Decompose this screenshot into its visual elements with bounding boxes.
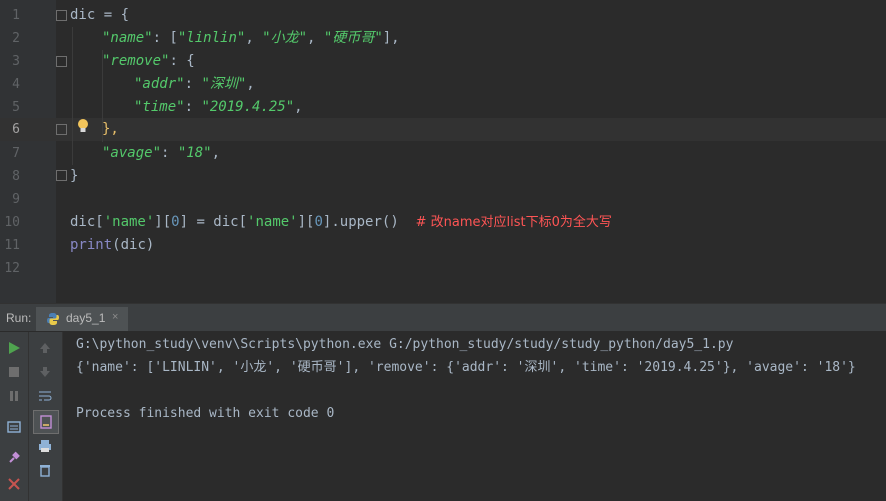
fold-marker-icon[interactable] bbox=[56, 56, 67, 67]
code-line-6[interactable]: 6 }, bbox=[0, 118, 886, 141]
run-icon[interactable] bbox=[4, 338, 24, 358]
line-number: 5 bbox=[12, 100, 20, 115]
dump-threads-icon[interactable] bbox=[4, 417, 24, 437]
code-line-4[interactable]: 4 "addr": "深圳", bbox=[0, 73, 886, 96]
line-number: 6 bbox=[12, 122, 20, 137]
down-arrow-icon[interactable] bbox=[35, 362, 55, 382]
trash-icon[interactable] bbox=[35, 460, 55, 480]
console-toolbar bbox=[29, 332, 63, 501]
code-line-5[interactable]: 5 "time": "2019.4.25", bbox=[0, 96, 886, 119]
code-text: print(dic) bbox=[70, 237, 155, 253]
line-number: 3 bbox=[12, 54, 20, 69]
code-text: "avage": "18", bbox=[102, 145, 221, 161]
run-tab-label: day5_1 bbox=[66, 311, 106, 325]
code-text: "time": "2019.4.25", bbox=[134, 99, 303, 115]
code-text: } bbox=[70, 168, 79, 184]
code-text: }, bbox=[102, 121, 119, 137]
line-number: 4 bbox=[12, 77, 20, 92]
line-number: 2 bbox=[12, 31, 20, 46]
console-output-line: {'name': ['LINLIN', '小龙', '硬币哥'], 'remov… bbox=[76, 360, 856, 375]
scroll-to-end-icon[interactable] bbox=[33, 410, 59, 434]
line-number: 7 bbox=[12, 146, 20, 161]
code-line-3[interactable]: 3 "remove": { bbox=[0, 50, 886, 73]
code-line-8[interactable]: 8 } bbox=[0, 165, 886, 188]
code-line-10[interactable]: 10 dic['name'][0] = dic['name'][0].upper… bbox=[0, 211, 886, 234]
line-number: 11 bbox=[4, 238, 20, 253]
code-text: dic['name'][0] = dic['name'][0].upper() … bbox=[70, 214, 612, 230]
line-number: 8 bbox=[12, 169, 20, 184]
soft-wrap-icon[interactable] bbox=[35, 386, 55, 406]
indent-guide bbox=[102, 50, 103, 142]
run-tab-day5-1[interactable]: day5_1 × bbox=[36, 307, 128, 331]
code-text: "addr": "深圳", bbox=[134, 76, 255, 92]
console-exit-line: Process finished with exit code 0 bbox=[76, 406, 335, 421]
close-icon[interactable]: × bbox=[112, 311, 118, 323]
lightbulb-icon[interactable] bbox=[77, 118, 89, 134]
print-icon[interactable] bbox=[35, 436, 55, 456]
line-number: 9 bbox=[12, 192, 20, 207]
python-icon bbox=[47, 313, 59, 325]
line-number: 1 bbox=[12, 8, 20, 23]
stop-icon[interactable] bbox=[4, 362, 24, 382]
console-command: G:\python_study\venv\Scripts\python.exe … bbox=[76, 337, 734, 352]
code-line-11[interactable]: 11 print(dic) bbox=[0, 234, 886, 257]
code-text: "remove": { bbox=[102, 53, 195, 69]
run-tool-window-header: Run: day5_1 × bbox=[0, 307, 886, 332]
code-text: "name": ["linlin", "小龙", "硬币哥"], bbox=[102, 30, 400, 46]
fold-marker-icon[interactable] bbox=[56, 10, 67, 21]
code-line-9[interactable]: 9 bbox=[0, 188, 886, 211]
code-line-12[interactable]: 12 bbox=[0, 257, 886, 280]
code-line-7[interactable]: 7 "avage": "18", bbox=[0, 142, 886, 165]
line-number: 10 bbox=[4, 215, 20, 230]
code-line-1[interactable]: 1 dic = { bbox=[0, 4, 886, 27]
code-editor[interactable]: 1 dic = { 2 "name": ["linlin", "小龙", "硬币… bbox=[0, 0, 886, 303]
console-output[interactable]: G:\python_study\venv\Scripts\python.exe … bbox=[63, 332, 886, 501]
fold-marker-icon[interactable] bbox=[56, 170, 67, 181]
pin-icon[interactable] bbox=[4, 448, 24, 468]
indent-guide bbox=[72, 27, 73, 165]
run-label: Run: bbox=[6, 311, 32, 325]
pause-icon[interactable] bbox=[4, 386, 24, 406]
code-line-2[interactable]: 2 "name": ["linlin", "小龙", "硬币哥"], bbox=[0, 27, 886, 50]
run-toolbar bbox=[0, 332, 29, 501]
code-text: dic = { bbox=[70, 7, 130, 23]
code-comment: # 改name对应list下标0为全大写 bbox=[415, 215, 612, 230]
line-number: 12 bbox=[4, 261, 20, 276]
up-arrow-icon[interactable] bbox=[35, 338, 55, 358]
close-icon[interactable] bbox=[4, 474, 24, 494]
fold-marker-icon[interactable] bbox=[56, 124, 67, 135]
